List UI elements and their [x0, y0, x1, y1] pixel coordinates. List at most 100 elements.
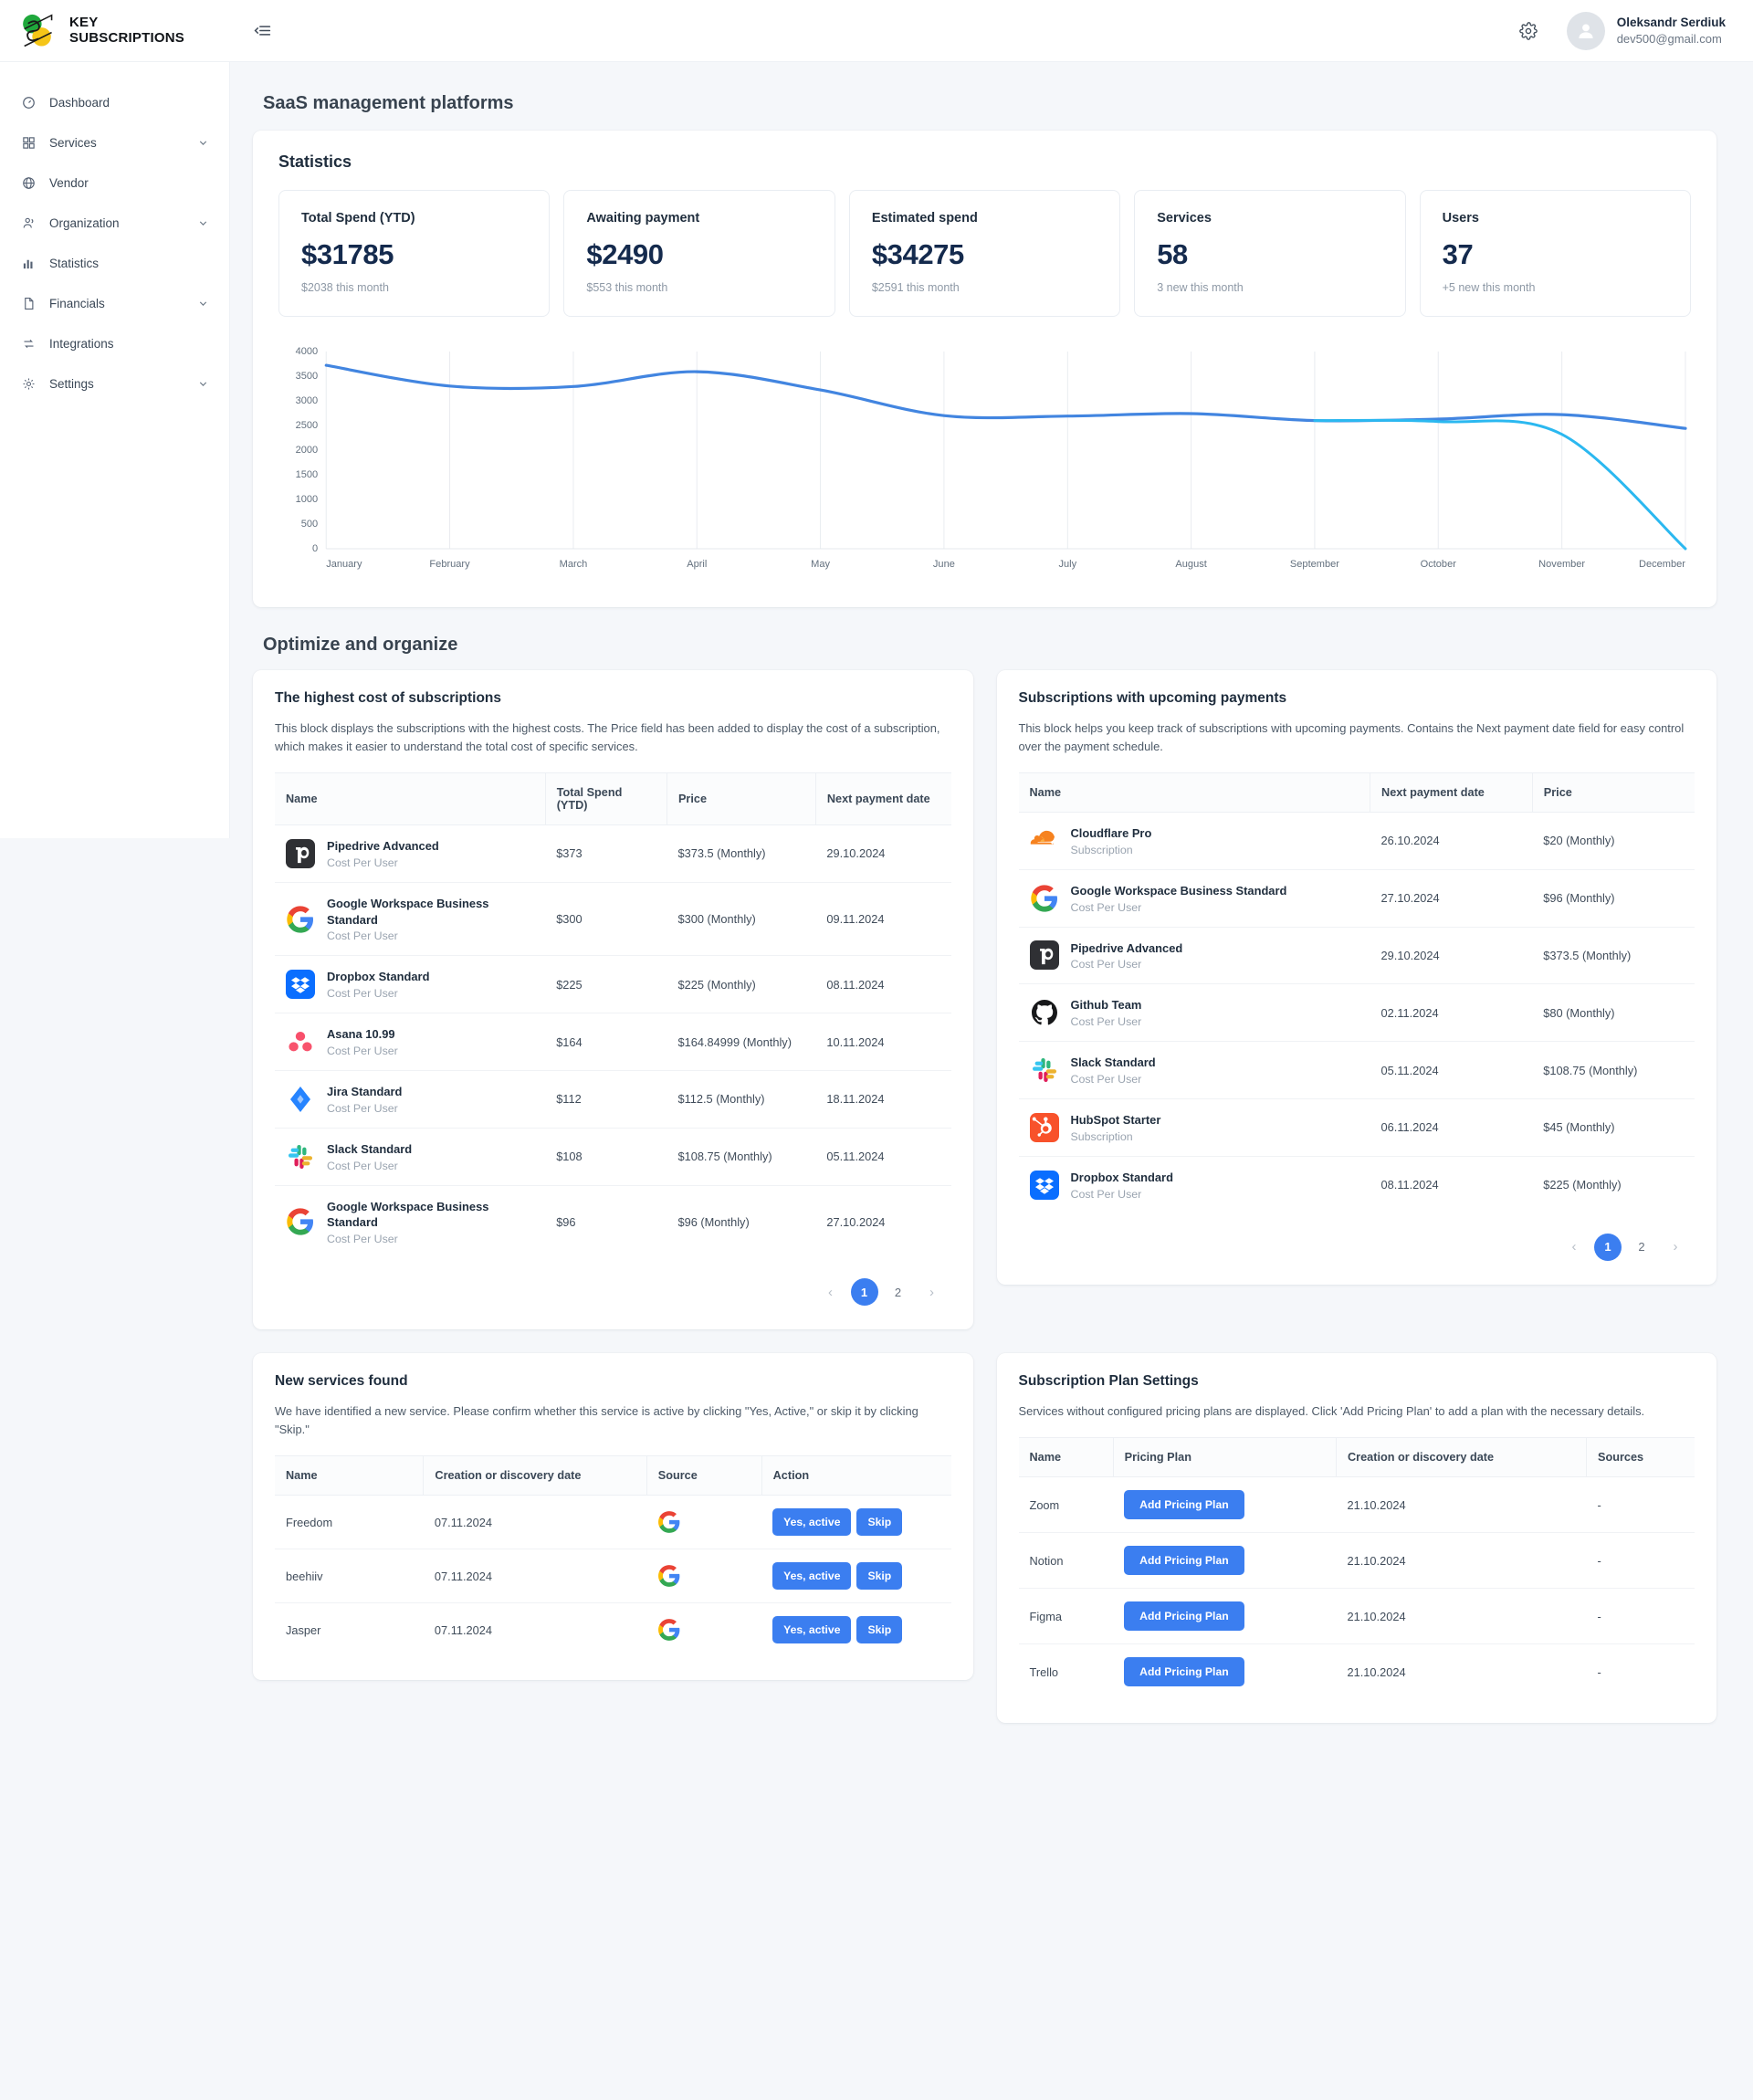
yes-active-button[interactable]: Yes, active: [772, 1562, 852, 1591]
cell-price: $20 (Monthly): [1532, 812, 1695, 870]
plan-settings-table: Name Pricing Plan Creation or discovery …: [1018, 1437, 1695, 1700]
panel-description: This block helps you keep track of subsc…: [1018, 721, 1685, 753]
col-price: Price: [1531, 772, 1695, 813]
sidebar-item-dashboard[interactable]: Dashboard: [0, 82, 229, 122]
sidebar-label: Organization: [49, 215, 120, 230]
stat-label: Total Spend (YTD): [301, 211, 415, 226]
google-logo-icon: [658, 1511, 680, 1534]
pipedrive-logo-icon: [1029, 940, 1059, 971]
brand-logo[interactable]: KEY SUBSCRIPTIONS: [0, 13, 230, 49]
skip-button[interactable]: Skip: [856, 1562, 903, 1591]
y-axis-tick: 1500: [296, 469, 319, 480]
service-name: Jira Standard: [327, 1084, 403, 1098]
panel-title: Subscription Plan Settings: [1018, 1373, 1199, 1390]
table-row: HubSpot Starter Subscription 06.11.2024 $…: [1018, 1098, 1695, 1157]
add-pricing-plan-button[interactable]: Add Pricing Plan: [1124, 1601, 1244, 1632]
col-creation-date: Creation or discovery date: [423, 1455, 647, 1496]
add-pricing-plan-button[interactable]: Add Pricing Plan: [1124, 1546, 1244, 1576]
service-name: Dropbox Standard: [327, 970, 430, 984]
cell-name: Pipedrive Advanced Cost Per User: [275, 824, 546, 883]
highest-cost-panel: The highest cost of subscriptions This b…: [253, 670, 973, 1330]
sidebar-label: Dashboard: [49, 95, 110, 110]
skip-button[interactable]: Skip: [856, 1508, 903, 1537]
chevron-down-icon: [197, 217, 209, 229]
cell-total-spend: $164: [545, 1013, 667, 1071]
pagination-page-2[interactable]: 2: [885, 1278, 912, 1306]
add-pricing-plan-button[interactable]: Add Pricing Plan: [1124, 1490, 1244, 1520]
sidebar-item-organization[interactable]: Organization: [0, 203, 229, 243]
x-axis-tick: May: [811, 559, 830, 570]
dashboard-icon: [22, 94, 40, 110]
y-axis-tick: 3500: [296, 371, 319, 382]
collapse-sidebar-button[interactable]: [247, 16, 278, 47]
x-axis-tick: September: [1290, 559, 1339, 570]
cell-sources: -: [1597, 1664, 1601, 1679]
sidebar-item-statistics[interactable]: Statistics: [0, 243, 229, 283]
cell-next-payment: 26.10.2024: [1370, 812, 1533, 870]
pagination-page-1[interactable]: 1: [1594, 1233, 1622, 1261]
pagination-prev[interactable]: ‹: [1560, 1234, 1588, 1261]
cell-price: $300 (Monthly): [667, 882, 816, 957]
panel-description: This block displays the subscriptions wi…: [275, 721, 940, 753]
sidebar-label: Statistics: [49, 256, 100, 270]
cell-creation-date: 21.10.2024: [1336, 1588, 1587, 1645]
y-axis-tick: 3000: [296, 395, 319, 406]
stat-card-users: Users 37 +5 new this month: [1419, 190, 1692, 317]
add-pricing-plan-button[interactable]: Add Pricing Plan: [1124, 1657, 1244, 1687]
sidebar-label: Financials: [49, 296, 105, 310]
service-type: Cost Per User: [327, 1159, 398, 1172]
cell-next-payment: 18.11.2024: [815, 1070, 951, 1129]
upcoming-payments-body: Cloudflare Pro Subscription 26.10.2024 $2…: [1018, 812, 1695, 1213]
sidebar-item-vendor[interactable]: Vendor: [0, 163, 229, 203]
user-profile[interactable]: Oleksandr Serdiuk dev500@gmail.com: [1566, 11, 1726, 50]
cell-next-payment: 10.11.2024: [815, 1013, 951, 1071]
cell-total-spend: $112: [545, 1070, 667, 1129]
github-logo-icon: [1031, 1000, 1057, 1025]
cell-next-payment: 05.11.2024: [815, 1128, 951, 1186]
pagination-page-2[interactable]: 2: [1628, 1234, 1655, 1261]
y-axis-tick: 1000: [296, 494, 319, 505]
yes-active-button[interactable]: Yes, active: [772, 1616, 852, 1644]
plan-settings-panel: Subscription Plan Settings Services with…: [996, 1353, 1716, 1724]
cell-price: $373.5 (Monthly): [667, 824, 816, 883]
service-name: Slack Standard: [1070, 1055, 1156, 1070]
highest-cost-body: Pipedrive Advanced Cost Per User $373 $37…: [275, 824, 951, 1259]
table-row: Zoom Add Pricing Plan 21.10.2024 -: [1018, 1476, 1695, 1534]
stat-sub: +5 new this month: [1442, 281, 1536, 294]
chevron-down-icon: [197, 378, 209, 390]
sidebar-item-financials[interactable]: Financials: [0, 283, 229, 323]
x-axis-tick: February: [429, 559, 470, 570]
yes-active-button[interactable]: Yes, active: [772, 1508, 852, 1537]
new-services-table: Name Creation or discovery date Source A…: [275, 1455, 951, 1656]
x-axis-tick: April: [687, 559, 707, 570]
sidebar-item-integrations[interactable]: Integrations: [0, 323, 229, 363]
service-name: Slack Standard: [327, 1141, 413, 1156]
highest-cost-pagination: ‹ 1 2 ›: [275, 1278, 951, 1307]
service-name: Google Workspace Business Standard: [327, 896, 489, 927]
service-name: Asana 10.99: [327, 1027, 395, 1042]
stat-sub: 3 new this month: [1157, 281, 1244, 294]
settings-button[interactable]: [1514, 16, 1543, 46]
sidebar-item-settings[interactable]: Settings: [0, 363, 229, 404]
table-row: Google Workspace Business Standard Cost P…: [1018, 869, 1695, 928]
cell-next-payment: 29.10.2024: [815, 824, 951, 883]
pagination-prev[interactable]: ‹: [817, 1278, 845, 1306]
upcoming-payments-panel: Subscriptions with upcoming payments Thi…: [996, 670, 1716, 1285]
key-subscriptions-logo-icon: [23, 13, 53, 47]
chart-svg: 0 500 1000 1500 2000 2500 3000 3500 4000 January F…: [296, 346, 1687, 570]
x-axis-tick: August: [1175, 559, 1206, 570]
cell-name: Dropbox Standard Cost Per User: [1019, 1156, 1370, 1213]
pagination-next[interactable]: ›: [918, 1278, 946, 1306]
skip-button[interactable]: Skip: [856, 1616, 903, 1644]
pagination-next[interactable]: ›: [1662, 1234, 1689, 1261]
service-type: Cost Per User: [1070, 1187, 1142, 1201]
pagination-page-1[interactable]: 1: [850, 1278, 878, 1307]
sidebar-item-services[interactable]: Services: [0, 122, 229, 163]
asana-logo-icon: [289, 1032, 312, 1052]
cell-name: Cloudflare Pro Subscription: [1018, 812, 1370, 870]
service-type: Cost Per User: [327, 987, 398, 1001]
table-row: Dropbox Standard Cost Per User $225 $225 …: [275, 955, 951, 1014]
plan-settings-body: Zoom Add Pricing Plan 21.10.2024 - Notio…: [1018, 1476, 1695, 1700]
col-action: Action: [761, 1455, 951, 1496]
people-icon: [22, 215, 40, 231]
